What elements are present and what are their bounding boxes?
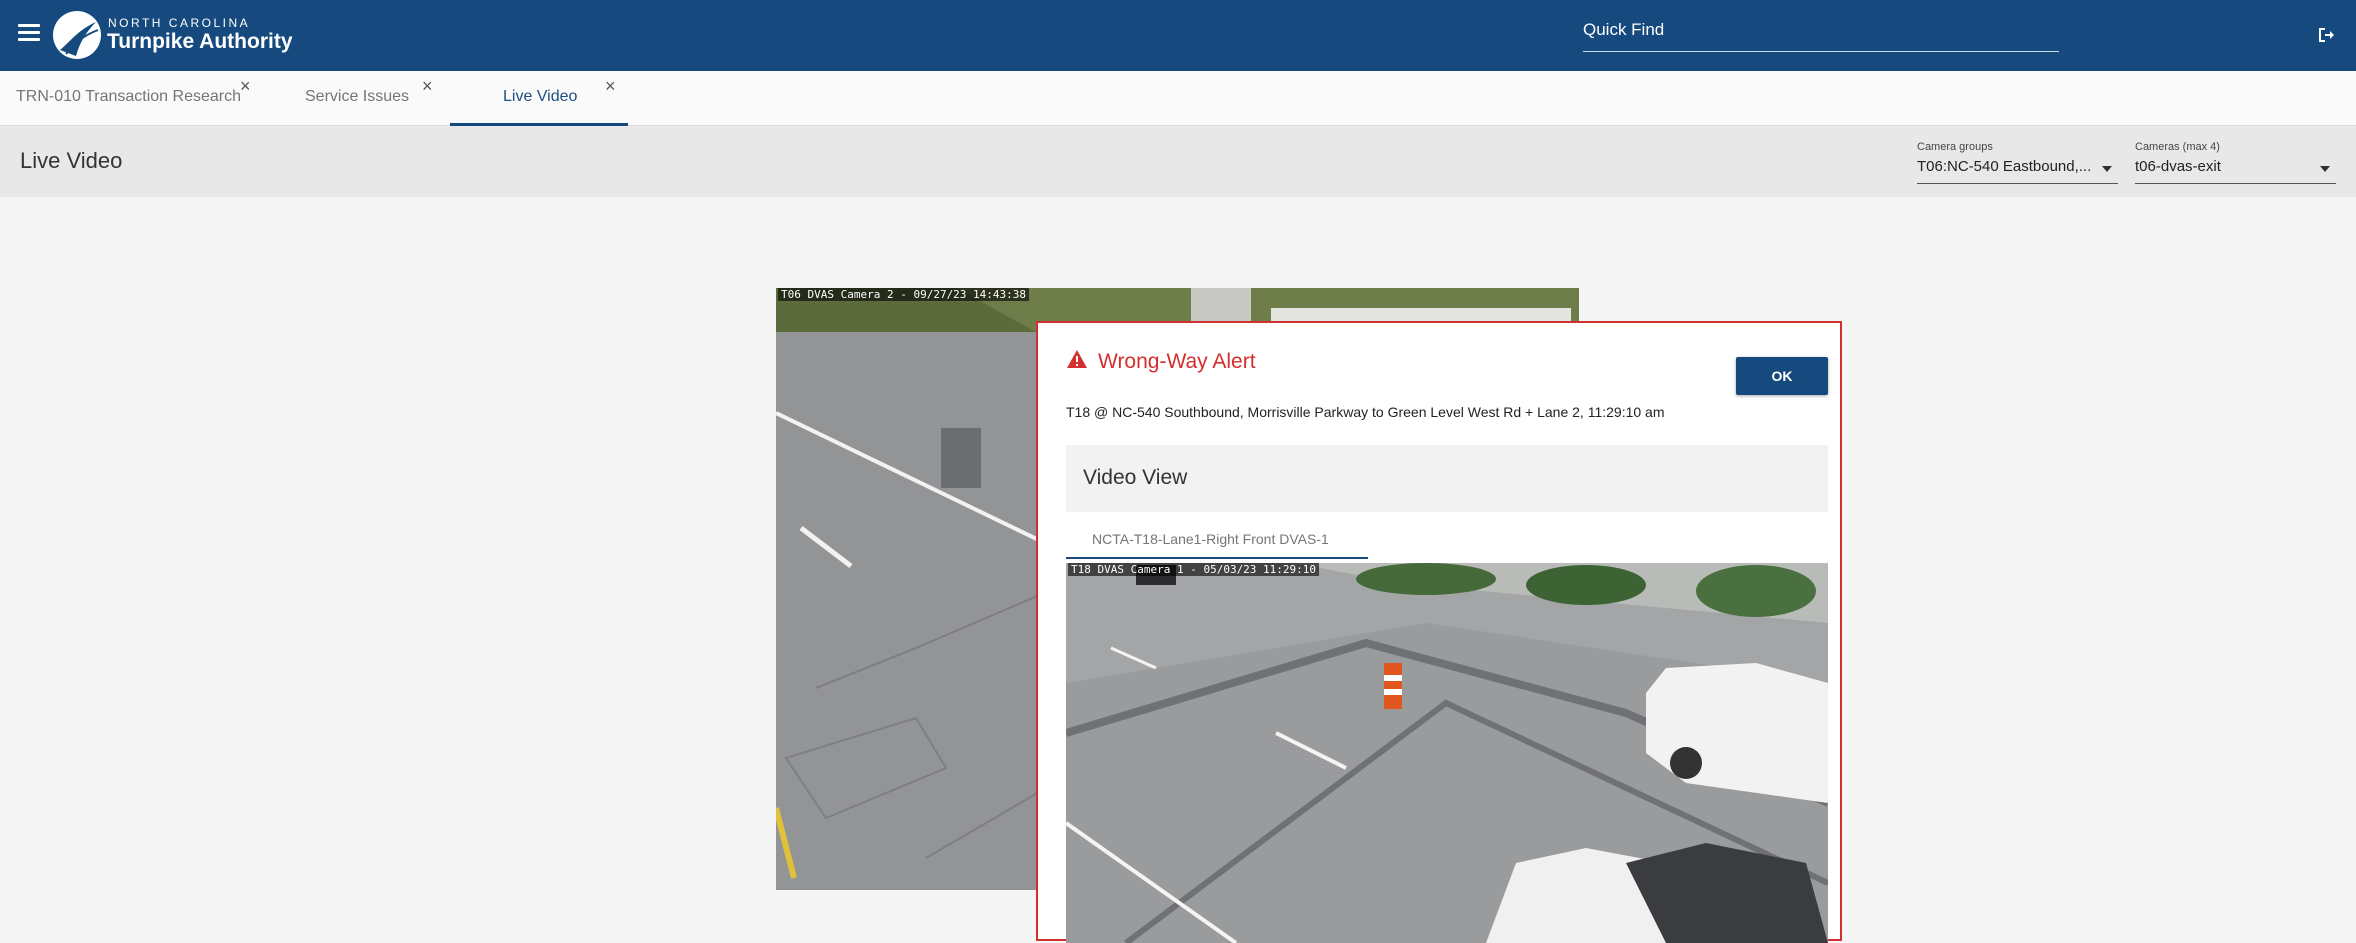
hamburger-menu-icon[interactable]	[18, 24, 40, 42]
tab-service-issues[interactable]: Service Issues ×	[285, 71, 450, 126]
camera-image	[1066, 563, 1828, 943]
video-timestamp: T06 DVAS Camera 2 - 09/27/23 14:43:38	[778, 288, 1030, 301]
video-view-header: Video View	[1066, 445, 1828, 512]
chevron-down-icon	[2102, 166, 2112, 172]
alert-video-feed[interactable]: T18 DVAS Camera 1 - 05/03/23 11:29:10	[1066, 563, 1828, 943]
camera-groups-select[interactable]: Camera groups T06:NC-540 Eastbound,...	[1917, 136, 2118, 184]
logout-icon[interactable]	[2316, 25, 2336, 45]
quick-find-field[interactable]	[1583, 20, 2059, 52]
logo-subtitle: NORTH CAROLINA	[108, 16, 251, 30]
close-icon[interactable]: ×	[605, 76, 616, 97]
page-header: Live Video Camera groups T06:NC-540 East…	[0, 126, 2356, 197]
tab-bar: TRN-010 Transaction Research × Service I…	[0, 71, 2356, 126]
logo-title: Turnpike Authority	[107, 30, 293, 53]
close-icon[interactable]: ×	[240, 76, 251, 97]
app-header: NORTH CAROLINA Turnpike Authority	[0, 0, 2356, 71]
alert-message: T18 @ NC-540 Southbound, Morrisville Par…	[1066, 404, 1665, 420]
cameras-value: t06-dvas-exit	[2135, 158, 2221, 175]
camera-groups-value: T06:NC-540 Eastbound,...	[1917, 158, 2092, 175]
camera-groups-label: Camera groups	[1917, 141, 1993, 153]
tab-live-video[interactable]: Live Video ×	[450, 71, 628, 126]
video-view-title: Video View	[1083, 466, 1188, 489]
page-title: Live Video	[20, 148, 123, 173]
video-timestamp: T18 DVAS Camera 1 - 05/03/23 11:29:10	[1068, 563, 1320, 576]
wrong-way-alert-dialog: Wrong-Way Alert OK T18 @ NC-540 Southbou…	[1036, 321, 1842, 943]
warning-triangle-icon	[1067, 350, 1087, 368]
alert-title: Wrong-Way Alert	[1098, 350, 1256, 373]
ok-button[interactable]: OK	[1736, 357, 1828, 395]
camera-tab[interactable]: NCTA-T18-Lane1-Right Front DVAS-1	[1066, 525, 1368, 559]
cameras-label: Cameras (max 4)	[2135, 141, 2220, 153]
quick-find-input[interactable]	[1583, 20, 2059, 40]
chevron-down-icon	[2320, 166, 2330, 172]
tab-transaction-research[interactable]: TRN-010 Transaction Research ×	[0, 71, 270, 126]
close-icon[interactable]: ×	[422, 76, 433, 97]
tab-label: Service Issues	[305, 88, 410, 105]
camera-tab-label: NCTA-T18-Lane1-Right Front DVAS-1	[1092, 531, 1329, 547]
tab-label: Live Video	[503, 88, 578, 105]
tab-label: TRN-010 Transaction Research	[16, 88, 241, 105]
cameras-select[interactable]: Cameras (max 4) t06-dvas-exit	[2135, 136, 2336, 184]
turnpike-logo-icon	[53, 11, 101, 59]
